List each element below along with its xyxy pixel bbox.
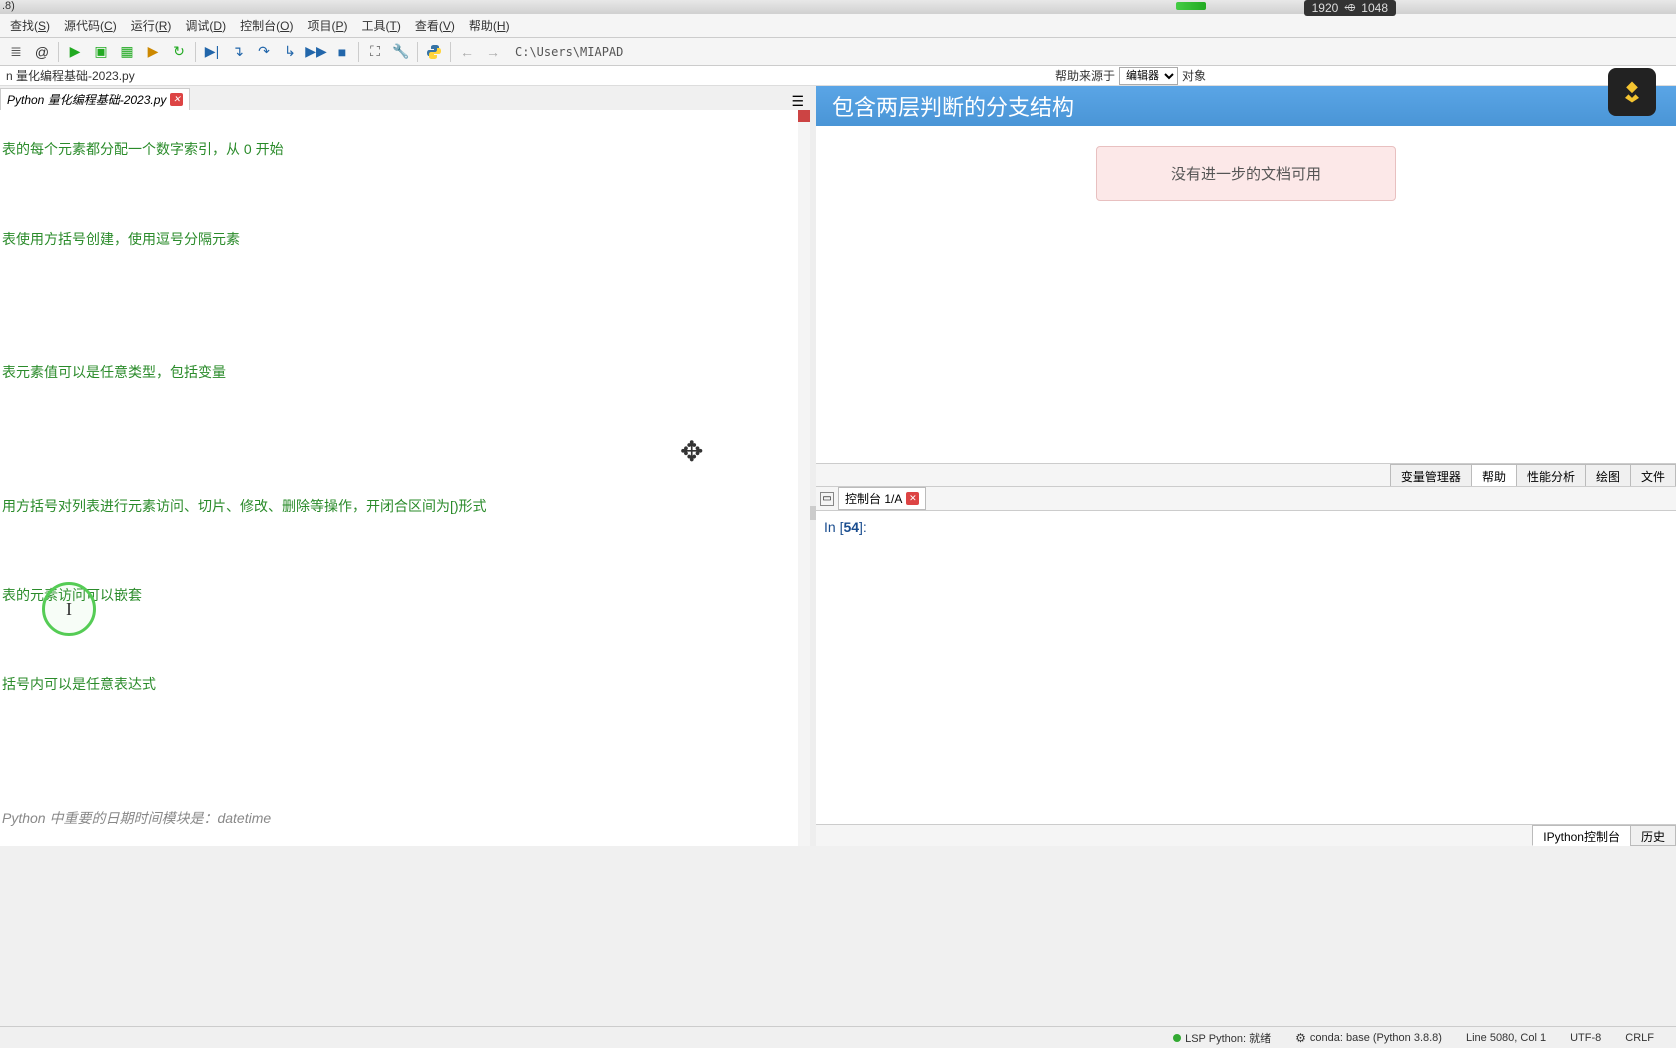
editor-pane: Python 量化编程基础-2023.py ✕ ☰ 表的每个元素都分配一个数字索… bbox=[0, 86, 810, 846]
status-line-col[interactable]: Line 5080, Col 1 bbox=[1454, 1032, 1558, 1044]
status-encoding[interactable]: UTF-8 bbox=[1558, 1032, 1613, 1044]
spyder-logo-icon bbox=[1608, 68, 1656, 116]
right-pane-tabs: 变量管理器 帮助 性能分析 绘图 文件 bbox=[816, 463, 1676, 487]
status-conda[interactable]: ⚙conda: base (Python 3.8.8) bbox=[1283, 1031, 1454, 1045]
settings-icon[interactable]: 🔧 bbox=[389, 40, 413, 64]
outline-icon[interactable]: ≣ bbox=[4, 40, 28, 64]
menu-console[interactable]: 控制台(O) bbox=[234, 15, 299, 36]
tab-files[interactable]: 文件 bbox=[1630, 464, 1676, 486]
title-bar: .8) 1920 ⬲ 1048 bbox=[0, 0, 1676, 14]
menu-source[interactable]: 源代码(C) bbox=[58, 15, 123, 36]
console-tab[interactable]: 控制台 1/A ✕ bbox=[838, 487, 926, 510]
console-expand-icon[interactable]: ▭ bbox=[820, 492, 834, 506]
at-icon[interactable]: @ bbox=[30, 40, 54, 64]
code-editor[interactable]: 表的每个元素都分配一个数字索引，从 0 开始 表使用方括号创建，使用逗号分隔元素… bbox=[0, 110, 810, 846]
status-dot-icon bbox=[1173, 1034, 1181, 1042]
working-dir: C:\Users\MIAPAD bbox=[515, 45, 623, 59]
menu-view[interactable]: 查看(V) bbox=[409, 15, 461, 36]
menu-run[interactable]: 运行(R) bbox=[125, 15, 178, 36]
ipython-console[interactable]: In [54]: bbox=[816, 511, 1676, 824]
close-icon[interactable]: ✕ bbox=[906, 492, 919, 505]
close-icon[interactable]: ✕ bbox=[170, 93, 183, 106]
run-cell-advance-icon[interactable]: ▦ bbox=[115, 40, 139, 64]
console-pane-tabs: IPython控制台 历史 bbox=[816, 824, 1676, 846]
rerun-icon[interactable]: ↻ bbox=[167, 40, 191, 64]
status-bar: LSP Python: 就绪 ⚙conda: base (Python 3.8.… bbox=[0, 1026, 1676, 1048]
help-title: 包含两层判断的分支结构 bbox=[832, 90, 1074, 122]
tab-ipython-console[interactable]: IPython控制台 bbox=[1532, 825, 1631, 846]
help-header: 包含两层判断的分支结构 bbox=[816, 86, 1676, 126]
editor-scrollbar[interactable] bbox=[798, 110, 810, 846]
console-tab-label: 控制台 1/A bbox=[845, 490, 902, 507]
maximize-icon[interactable]: ⛶ bbox=[363, 40, 387, 64]
help-no-doc-message: 没有进一步的文档可用 bbox=[1096, 146, 1396, 201]
help-body: 没有进一步的文档可用 bbox=[816, 126, 1676, 463]
back-icon[interactable]: ← bbox=[455, 40, 479, 64]
tab-var-manager[interactable]: 变量管理器 bbox=[1390, 464, 1472, 486]
menu-debug[interactable]: 调试(D) bbox=[179, 15, 232, 36]
breadcrumb-bar: n 量化编程基础-2023.py 帮助来源于 编辑器 对象 bbox=[0, 66, 1676, 86]
battery-indicator bbox=[1176, 2, 1206, 10]
continue-icon[interactable]: ▶▶ bbox=[304, 40, 328, 64]
file-tab[interactable]: Python 量化编程基础-2023.py ✕ bbox=[0, 88, 190, 110]
status-lsp[interactable]: LSP Python: 就绪 bbox=[1161, 1030, 1283, 1046]
step-out-icon[interactable]: ↳ bbox=[278, 40, 302, 64]
file-tab-label: Python 量化编程基础-2023.py bbox=[7, 91, 166, 108]
console-tab-bar: ▭ 控制台 1/A ✕ bbox=[816, 487, 1676, 511]
gear-icon: ⚙ bbox=[1295, 1031, 1306, 1045]
run-selection-icon[interactable]: ▶ bbox=[141, 40, 165, 64]
python-icon[interactable] bbox=[422, 40, 446, 64]
breadcrumb-text: n 量化编程基础-2023.py bbox=[6, 67, 135, 84]
menu-tools[interactable]: 工具(T) bbox=[355, 15, 406, 36]
editor-tab-bar: Python 量化编程基础-2023.py ✕ ☰ bbox=[0, 86, 810, 110]
run-cell-icon[interactable]: ▣ bbox=[89, 40, 113, 64]
help-source-select[interactable]: 编辑器 bbox=[1119, 67, 1178, 85]
link-icon: ⬲ bbox=[1344, 3, 1355, 14]
right-pane: 包含两层判断的分支结构 没有进一步的文档可用 变量管理器 帮助 性能分析 绘图 … bbox=[816, 86, 1676, 846]
status-eol[interactable]: CRLF bbox=[1613, 1032, 1666, 1044]
menu-find[interactable]: 查找(S) bbox=[4, 15, 56, 36]
menu-project[interactable]: 项目(P) bbox=[301, 15, 353, 36]
tab-plot[interactable]: 绘图 bbox=[1585, 464, 1631, 486]
menu-bar: 查找(S) 源代码(C) 运行(R) 调试(D) 控制台(O) 项目(P) 工具… bbox=[0, 14, 1676, 38]
tab-history[interactable]: 历史 bbox=[1630, 825, 1676, 846]
step-into-icon[interactable]: ↴ bbox=[226, 40, 250, 64]
tool-bar: ≣ @ ▶ ▣ ▦ ▶ ↻ ▶| ↴ ↷ ↳ ▶▶ ■ ⛶ 🔧 ← → C:\U… bbox=[0, 38, 1676, 66]
run-icon[interactable]: ▶ bbox=[63, 40, 87, 64]
stop-icon[interactable]: ■ bbox=[330, 40, 354, 64]
resolution-badge: 1920 ⬲ 1048 bbox=[1304, 0, 1396, 16]
forward-icon[interactable]: → bbox=[481, 40, 505, 64]
step-icon[interactable]: ▶| bbox=[200, 40, 224, 64]
tab-help[interactable]: 帮助 bbox=[1471, 464, 1517, 486]
help-object-label: 对象 bbox=[1182, 67, 1206, 84]
menu-help[interactable]: 帮助(H) bbox=[463, 15, 516, 36]
tab-profiler[interactable]: 性能分析 bbox=[1516, 464, 1586, 486]
help-from-label: 帮助来源于 bbox=[1055, 67, 1115, 84]
step-over-icon[interactable]: ↷ bbox=[252, 40, 276, 64]
vertical-splitter[interactable] bbox=[810, 86, 816, 846]
title-fragment: .8) bbox=[2, 0, 15, 12]
tab-menu-icon[interactable]: ☰ bbox=[791, 93, 804, 110]
